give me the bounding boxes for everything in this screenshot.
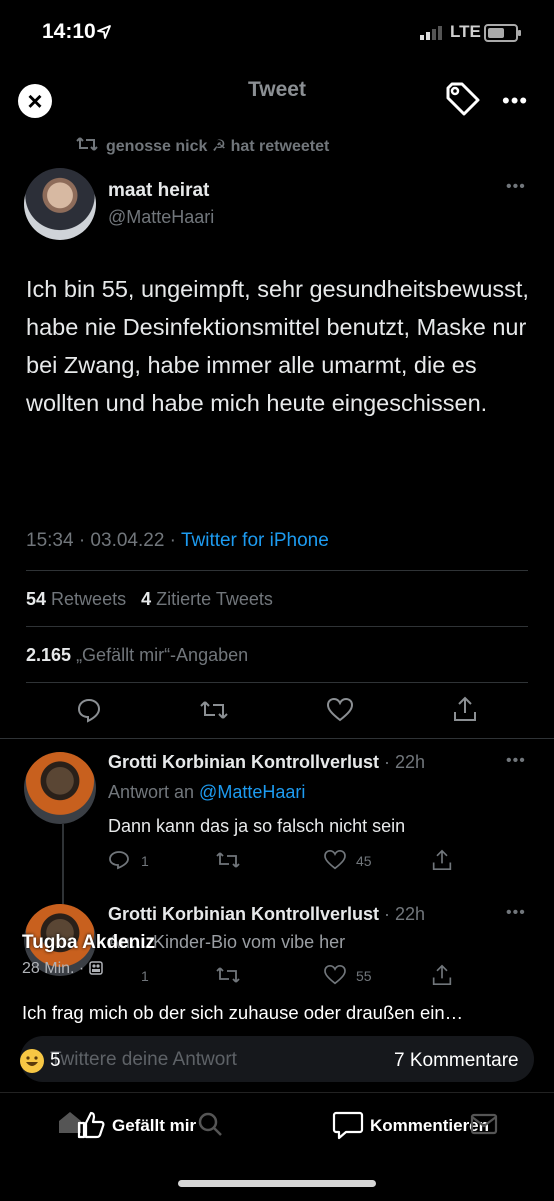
reply-author-name[interactable]: Grotti Korbinian Kontrollverlust (108, 752, 379, 772)
reply-more-icon[interactable]: ••• (506, 904, 526, 922)
reply-author[interactable]: Grotti Korbinian Kontrollverlust · 22h (108, 752, 425, 773)
divider (26, 570, 528, 571)
divider (0, 738, 554, 739)
comment-text: Ich frag mich ob der sich zuhause oder d… (22, 1002, 464, 1023)
share-icon[interactable] (432, 964, 452, 986)
retweet-icon[interactable] (216, 965, 240, 985)
retweets-count: 54 (26, 589, 47, 609)
reply-author[interactable]: Grotti Korbinian Kontrollverlust · 22h (108, 904, 425, 925)
retweet-icon[interactable] (216, 850, 240, 870)
retweeted-by-label[interactable]: genosse nick ☭ hat retweetet (106, 136, 329, 156)
divider (26, 682, 528, 683)
status-bar: 14:10 LTE (0, 0, 554, 64)
like-heart-icon[interactable] (324, 850, 346, 870)
like-heart-icon[interactable] (327, 698, 353, 722)
likes-label: „Gefällt mir“-Angaben (76, 645, 249, 665)
retweet-stats[interactable]: 54 Retweets 4 Zitierte Tweets (26, 589, 273, 610)
reply-author-name[interactable]: Grotti Korbinian Kontrollverlust (108, 904, 379, 924)
friends-icon (88, 961, 103, 975)
reaction-count[interactable]: 5 (50, 1050, 61, 1072)
thread-line (62, 824, 64, 904)
comment-bubble-icon[interactable] (332, 1110, 364, 1140)
network-type: LTE (450, 22, 481, 41)
reply-to-line: Antwort an @MatteHaari (108, 782, 305, 803)
reply-compose-placeholder[interactable]: Twittere deine Antwort (50, 1049, 237, 1071)
likes-count: 2.165 (26, 645, 72, 665)
commenter-name[interactable]: Tugba Akdeniz (22, 932, 155, 954)
like-button-label[interactable]: Gefällt mir (112, 1116, 196, 1136)
author-avatar[interactable] (24, 168, 96, 240)
home-indicator[interactable] (178, 1180, 376, 1187)
tweet-timestamp: 15:34 · 03.04.22 · (26, 530, 181, 551)
reply-time: · 22h (379, 904, 426, 924)
retweet-icon[interactable] (200, 699, 228, 721)
likes-stats[interactable]: 2.165 „Gefällt mir“-Angaben (26, 645, 248, 666)
like-heart-icon[interactable] (324, 965, 346, 985)
quotes-label: Zitierte Tweets (156, 589, 273, 609)
tweet-meta: 15:34 · 03.04.22 · Twitter for iPhone (26, 530, 329, 552)
reply-icon[interactable] (76, 697, 102, 723)
clock: 14:10 (42, 20, 96, 43)
thumbs-up-icon[interactable] (76, 1110, 106, 1140)
share-icon[interactable] (432, 849, 452, 871)
quotes-count: 4 (141, 589, 152, 609)
tag-icon[interactable] (444, 82, 484, 118)
comments-count[interactable]: 7 Kommentare (394, 1050, 519, 1072)
tweet-source[interactable]: Twitter for iPhone (181, 530, 329, 551)
more-options-icon[interactable]: ••• (502, 88, 528, 114)
mail-icon[interactable] (470, 1112, 498, 1136)
search-icon[interactable] (196, 1110, 224, 1138)
share-icon[interactable] (453, 696, 477, 722)
reply-icon[interactable] (108, 850, 130, 870)
reply-like-count: 55 (356, 968, 372, 984)
reply-to-mention[interactable]: @MatteHaari (199, 782, 305, 802)
location-arrow-icon (97, 25, 111, 39)
author-display-name[interactable]: maat heirat (108, 180, 209, 202)
reply-count: 1 (141, 968, 149, 984)
author-handle[interactable]: @MatteHaari (108, 207, 214, 228)
tweet-text: Ich bin 55, ungeimpft, sehr gesundheitsb… (26, 276, 529, 416)
retweets-label: Retweets (51, 589, 127, 609)
reply-count: 1 (141, 853, 149, 869)
tweet-more-icon[interactable]: ••• (506, 178, 526, 196)
comment-time: 28 Min. · (22, 960, 103, 978)
battery-icon (484, 24, 521, 42)
laugh-reaction-icon (20, 1049, 44, 1073)
reply-time: · 22h (379, 752, 426, 772)
reply-more-icon[interactable]: ••• (506, 752, 526, 770)
comment-time-text: 28 Min. · (22, 960, 85, 977)
divider (26, 626, 528, 627)
retweet-icon (76, 137, 98, 151)
reply-to-prefix: Antwort an (108, 782, 200, 802)
signal-icon (420, 26, 442, 40)
reply-avatar[interactable] (24, 752, 96, 824)
reply-like-count: 45 (356, 853, 372, 869)
reply-text: Dann kann das ja so falsch nicht sein (108, 816, 406, 836)
